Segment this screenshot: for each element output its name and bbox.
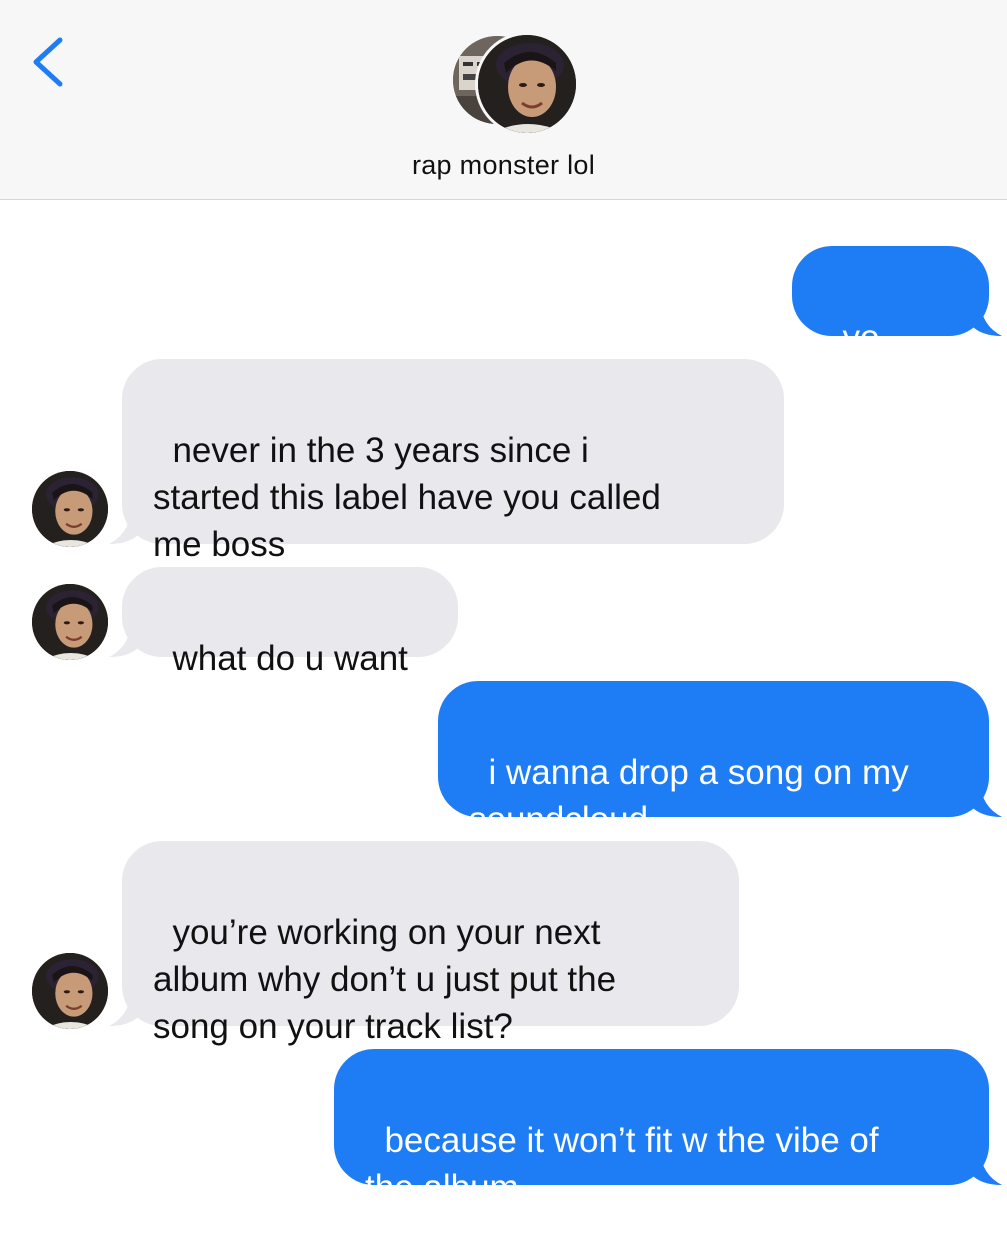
message-bubble-sent[interactable]: i wanna drop a song on my soundcloud [438,681,1002,839]
message-text: never in the 3 years since i started thi… [153,431,661,564]
contact-avatar [475,32,579,136]
message-text: you’re working on your next album why do… [153,913,617,1046]
sender-avatar[interactable] [32,471,108,547]
message-text: i wanna drop a song on my soundcloud [469,753,909,839]
bubble-tail [970,302,1002,336]
chevron-left-icon [33,37,63,87]
sender-avatar[interactable] [32,584,108,660]
back-button[interactable] [28,32,72,92]
message-bubble-received[interactable]: what do u want [109,567,458,678]
bubble-tail [970,783,1002,817]
contact-name[interactable]: rap monster lol [0,150,1007,181]
message-text: yo boss [823,318,897,404]
message-text: because it won’t fit w the vibe of the a… [365,1121,879,1207]
sender-avatar[interactable] [32,953,108,1029]
bubble-tail [109,623,141,657]
bubble-tail [109,510,141,544]
message-text: what do u want [172,639,408,678]
message-bubble-received[interactable]: you’re working on your next album why do… [109,841,739,1046]
message-bubble-sent[interactable]: because it won’t fit w the vibe of the a… [334,1049,1002,1207]
bubble-tail [109,992,141,1026]
bubble-tail [970,1151,1002,1185]
message-bubble-sent[interactable]: yo boss [792,246,1002,404]
conversation-header: rap monster lol [0,0,1007,200]
message-bubble-received[interactable]: never in the 3 years since i started thi… [109,359,784,564]
contact-avatar-group[interactable] [451,32,581,136]
